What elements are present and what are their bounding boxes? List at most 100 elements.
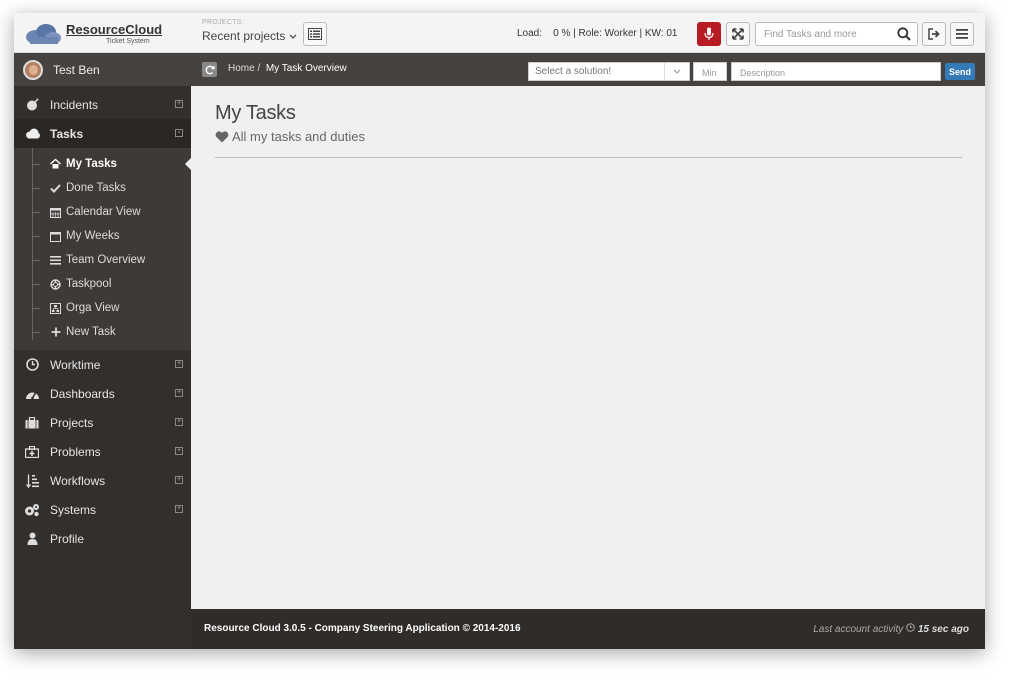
- breadcrumb-separator: /: [257, 63, 261, 74]
- sidebar-item-problems[interactable]: Problems +: [14, 437, 191, 466]
- solution-select-value: Select a solution!: [535, 66, 612, 77]
- breadcrumb-bar: Home / My Task Overview Select a solutio…: [191, 53, 985, 86]
- sidebar-item-label: Problems: [50, 444, 101, 459]
- logo[interactable]: ResourceCloud Ticket System: [24, 18, 174, 48]
- status-readout: Load: 0 % | Role: Worker | KW: 01: [517, 28, 677, 39]
- expand-icon[interactable]: +: [175, 100, 183, 108]
- breadcrumb: Home / My Task Overview: [228, 63, 347, 74]
- submenu-item-team-overview[interactable]: Team Overview: [14, 248, 191, 272]
- menu-button[interactable]: [950, 22, 974, 46]
- submenu-item-done-tasks[interactable]: Done Tasks: [14, 176, 191, 200]
- status-load-label: Load:: [517, 28, 543, 39]
- logo-subtitle: Ticket System: [106, 38, 150, 45]
- last-activity-label: Last account activity: [813, 624, 904, 635]
- top-bar: ResourceCloud Ticket System PROJECTS: Re…: [14, 13, 985, 53]
- expand-icon[interactable]: +: [175, 360, 183, 368]
- refresh-button[interactable]: [202, 62, 217, 77]
- cloud-icon: [24, 128, 40, 139]
- footer: Resource Cloud 3.0.5 - Company Steering …: [191, 609, 985, 649]
- logout-button[interactable]: [922, 22, 946, 46]
- heart-icon: [215, 130, 229, 142]
- user-name: Test Ben: [53, 62, 100, 77]
- sidebar-item-systems[interactable]: Systems +: [14, 495, 191, 524]
- description-input[interactable]: [732, 64, 940, 82]
- submenu-item-taskpool[interactable]: Taskpool: [14, 272, 191, 296]
- submenu-item-label: Team Overview: [66, 254, 146, 266]
- sidebar-item-label: Incidents: [50, 97, 99, 112]
- breadcrumb-current: My Task Overview: [265, 63, 347, 74]
- description-field[interactable]: [731, 62, 941, 82]
- search-icon[interactable]: [897, 27, 911, 41]
- home-icon: [49, 159, 62, 169]
- project-list-button[interactable]: [303, 22, 327, 46]
- submenu-item-label: My Weeks: [66, 230, 120, 242]
- sidebar-item-incidents[interactable]: Incidents +: [14, 90, 191, 119]
- sidebar-item-label: Worktime: [50, 357, 101, 372]
- minutes-field[interactable]: [693, 62, 727, 82]
- sidebar-item-label: Systems: [50, 502, 97, 517]
- breadcrumb-home[interactable]: Home: [228, 63, 255, 74]
- list-alt-icon: [308, 28, 322, 40]
- divider: [215, 157, 962, 158]
- projects-caption: PROJECTS:: [202, 19, 244, 26]
- expand-icon[interactable]: +: [175, 505, 183, 513]
- calendar-icon: [49, 207, 62, 218]
- tasks-submenu: My Tasks Done Tasks Calendar View My Wee…: [14, 148, 191, 350]
- solution-select[interactable]: Select a solution!: [528, 62, 690, 81]
- projects-selected: Recent projects: [202, 29, 286, 43]
- sidebar-item-profile[interactable]: Profile: [14, 524, 191, 553]
- fullscreen-button[interactable]: [726, 22, 750, 46]
- app-window: ResourceCloud Ticket System PROJECTS: Re…: [14, 13, 985, 649]
- footer-copyright: Resource Cloud 3.0.5 - Company Steering …: [204, 623, 521, 634]
- briefcase-icon: [24, 416, 40, 429]
- minutes-input[interactable]: [694, 64, 726, 82]
- search-input[interactable]: [756, 23, 891, 45]
- submenu-item-my-tasks[interactable]: My Tasks: [14, 152, 191, 176]
- sidebar-item-label: Workflows: [50, 473, 106, 488]
- collapse-icon[interactable]: -: [175, 129, 183, 137]
- chevron-down-icon: [664, 63, 689, 80]
- sidebar-item-dashboards[interactable]: Dashboards +: [14, 379, 191, 408]
- expand-icon[interactable]: +: [175, 389, 183, 397]
- submenu-item-label: Done Tasks: [66, 182, 126, 194]
- submenu-item-new-task[interactable]: New Task: [14, 320, 191, 344]
- sort-icon: [24, 474, 40, 488]
- sidebar-item-workflows[interactable]: Workflows +: [14, 466, 191, 495]
- expand-icon[interactable]: +: [175, 447, 183, 455]
- sidebar-item-label: Projects: [50, 415, 94, 430]
- microphone-button[interactable]: [697, 22, 721, 46]
- list-icon: [49, 255, 62, 265]
- expand-icon[interactable]: +: [175, 418, 183, 426]
- sidebar: Test Ben Incidents + Tasks - My Tasks Do…: [14, 53, 191, 649]
- submenu-item-label: My Tasks: [66, 158, 117, 170]
- expand-icon[interactable]: +: [175, 476, 183, 484]
- plus-icon: [49, 327, 62, 337]
- submenu-item-label: Taskpool: [66, 278, 112, 290]
- last-activity: Last account activity 15 sec ago: [813, 623, 969, 635]
- sidebar-item-worktime[interactable]: Worktime +: [14, 350, 191, 379]
- dashboard-icon: [24, 388, 40, 400]
- user-icon: [24, 532, 40, 545]
- sidebar-item-tasks[interactable]: Tasks -: [14, 119, 191, 148]
- user-profile[interactable]: Test Ben: [14, 53, 191, 86]
- projects-selector[interactable]: PROJECTS: Recent projects: [202, 19, 297, 43]
- page-subtitle-text: All my tasks and duties: [232, 129, 365, 144]
- logo-name: ResourceCloud: [66, 22, 163, 37]
- lifebuoy-icon: [49, 278, 62, 290]
- clock-icon: [24, 358, 40, 371]
- avatar: [23, 59, 43, 80]
- submenu-item-my-weeks[interactable]: My Weeks: [14, 224, 191, 248]
- page-subtitle: All my tasks and duties: [215, 129, 365, 144]
- check-icon: [49, 183, 62, 193]
- expand-icon: [732, 28, 744, 40]
- search-box[interactable]: [755, 22, 918, 46]
- gears-icon: [24, 503, 40, 517]
- sidebar-item-projects[interactable]: Projects +: [14, 408, 191, 437]
- submenu-item-label: New Task: [66, 326, 116, 338]
- submenu-item-calendar-view[interactable]: Calendar View: [14, 200, 191, 224]
- hamburger-icon: [956, 29, 968, 39]
- submenu-item-orga-view[interactable]: Orga View: [14, 296, 191, 320]
- sidebar-item-label: Profile: [50, 531, 85, 546]
- send-button[interactable]: Send: [945, 63, 975, 80]
- bomb-icon: [24, 98, 40, 111]
